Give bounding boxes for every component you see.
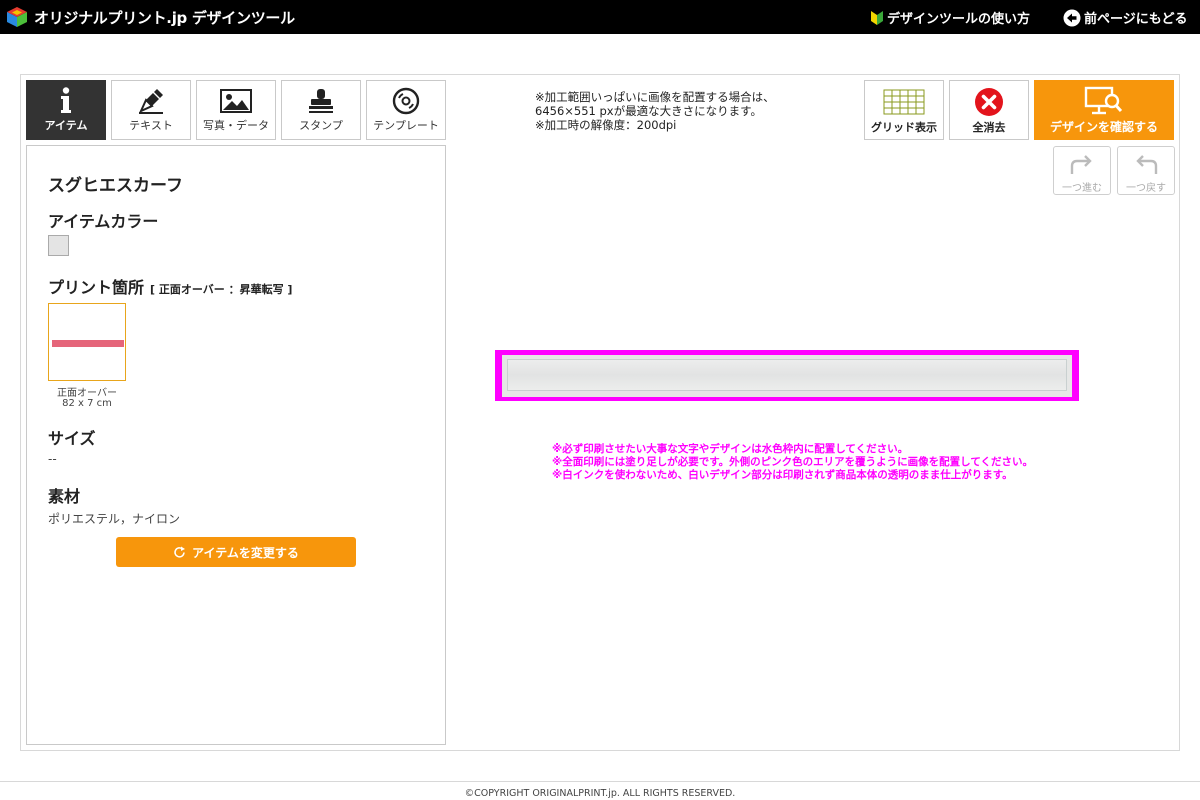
footer-divider [0,781,1200,782]
print-location-size: 82 x 7 cm [62,398,112,409]
grid-toggle-button[interactable]: グリッド表示 [864,80,944,140]
grid-icon [865,81,943,119]
scarf-thumbnail-image [52,340,124,347]
product-name: スグヒエスカーフ [48,176,183,196]
tab-template[interactable]: テンプレート [366,80,446,140]
back-link-label: 前ページにもどる [1084,12,1188,27]
tab-text-label: テキスト [129,119,173,132]
size-title: サイズ [48,429,96,448]
tab-photo-data-label: 写真・データ [203,119,269,132]
warning-line-3: ※白インクを使わないため、白いデザイン部分は印刷されず商品本体の透明のまま仕上が… [552,469,1013,481]
pen-icon [112,81,190,115]
item-color-title: アイテムカラー [48,212,159,231]
safe-area [507,359,1067,391]
beginner-mark-icon [871,10,883,25]
redo-button[interactable]: 一つ進む [1053,146,1111,195]
print-location-title: プリント箇所 [ 正面オーバー ：昇華転写 ] [48,274,292,298]
info-icon [27,81,105,115]
close-circle-icon [950,81,1028,119]
logo-text: オリジナルプリント.jp デザインツール [34,8,295,27]
howto-link[interactable]: デザインツールの使い方 [870,8,1030,27]
confirm-design-label: デザインを確認する [1049,120,1158,134]
material-title: 素材 [48,487,81,506]
tab-text[interactable]: テキスト [111,80,191,140]
item-color-swatch[interactable] [48,235,69,256]
warning-line-2: ※全面印刷には塗り足しが必要です。外側のピンク色のエリアを覆うように画像を配置し… [552,456,1034,468]
top-bar: オリジナルプリント.jp デザインツール デザインツールの使い方 前ページにもど… [0,0,1200,34]
arrow-left-circle-icon [1063,9,1081,26]
item-panel: スグヒエスカーフ アイテムカラー プリント箇所[ 正面オーバー ：昇華転写 ] … [26,145,446,745]
print-warnings: ※必ず印刷させたい大事な文字やデザインは水色枠内に配置してください。 ※全面印刷… [552,443,1033,482]
image-icon [197,81,275,115]
clear-all-label: 全消去 [972,121,1006,134]
notice-line-3: ※加工時の解像度：200dpi [535,118,677,132]
change-item-label: アイテムを変更する [192,545,299,560]
print-location-title-text: プリント箇所 [48,278,145,297]
footer-copyright: ©COPYRIGHT ORIGINALPRINT.jp. ALL RIGHTS … [464,788,736,799]
clear-all-button[interactable]: 全消去 [949,80,1029,140]
disc-icon [367,81,445,115]
redo-label: 一つ進む [1062,183,1102,194]
warning-line-1: ※必ず印刷させたい大事な文字やデザインは水色枠内に配置してください。 [552,443,909,455]
material-value: ポリエステル，ナイロン [48,512,181,526]
back-link[interactable]: 前ページにもどる [1063,8,1187,27]
monitor-search-icon [1034,80,1174,118]
tab-stamp[interactable]: スタンプ [281,80,361,140]
logo[interactable]: オリジナルプリント.jp デザインツール [6,5,295,29]
print-location-subtitle: [ 正面オーバー ：昇華転写 ] [150,283,293,296]
howto-link-label: デザインツールの使い方 [887,12,1031,27]
size-value: -- [48,452,57,466]
undo-arrow-icon [1118,147,1174,179]
print-location-name: 正面オーバー [57,388,117,399]
notice-line-1: ※加工範囲いっぱいに画像を配置する場合は、 [535,90,775,104]
undo-label: 一つ戻す [1126,183,1166,194]
tab-item-label: アイテム [44,119,88,132]
stamp-icon [282,81,360,115]
confirm-design-button[interactable]: デザインを確認する [1034,80,1174,140]
tab-photo-data[interactable]: 写真・データ [196,80,276,140]
refresh-icon [174,546,186,558]
tab-template-label: テンプレート [373,119,439,132]
redo-arrow-icon [1054,147,1110,179]
logo-cube-icon [6,6,28,28]
change-item-button[interactable]: アイテムを変更する [116,537,356,567]
print-location-thumbnail[interactable] [48,303,126,381]
undo-button[interactable]: 一つ戻す [1117,146,1175,195]
grid-toggle-label: グリッド表示 [871,121,937,134]
tab-stamp-label: スタンプ [299,119,343,132]
notice-line-2: 6456×551 pxが最適な大きさになります。 [535,104,762,118]
resolution-notice: ※加工範囲いっぱいに画像を配置する場合は、 6456×551 pxが最適な大きさ… [535,90,775,132]
tab-item[interactable]: アイテム [26,80,106,140]
